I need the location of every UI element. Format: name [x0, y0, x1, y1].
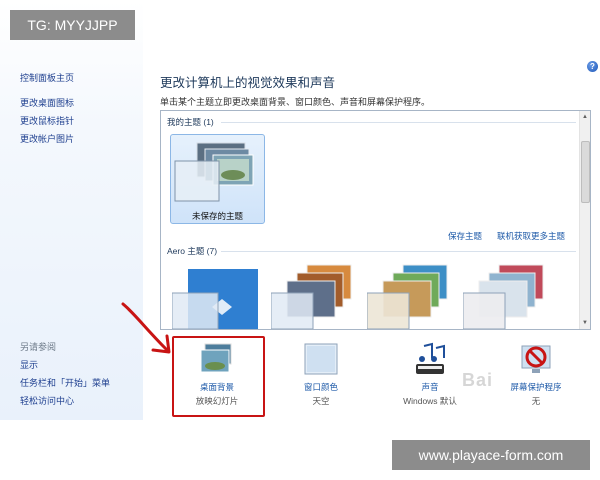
- overlay-label-bottom-right: www.playace-form.com: [392, 440, 590, 470]
- screen-saver-value: 无: [531, 396, 541, 406]
- theme-thumbnail-windows7[interactable]: [172, 267, 258, 329]
- overlay-label-top-left: TG: MYYJJPP: [10, 10, 135, 40]
- page-title: 更改计算机上的视觉效果和声音: [160, 76, 336, 90]
- annotation-arrow-icon: [121, 302, 171, 354]
- theme-item-unsaved[interactable]: 未保存的主题: [170, 134, 265, 224]
- theme-thumbnail-landscapes[interactable]: [463, 263, 547, 329]
- sounds-icon: [416, 342, 445, 374]
- window-color-label: 窗口颜色: [303, 382, 338, 392]
- group-divider: [221, 251, 576, 252]
- sidebar-link-change-account-picture[interactable]: 更改帐户图片: [20, 132, 74, 145]
- sounds-label: 声音: [421, 382, 439, 392]
- see-also-link-ease-of-access[interactable]: 轻松访问中心: [20, 394, 74, 407]
- window-color-button[interactable]: 窗口颜色 天空: [281, 342, 361, 407]
- theme-thumbnail-architecture[interactable]: [271, 263, 355, 329]
- my-themes-group-label: 我的主题 (1): [167, 117, 214, 127]
- sidebar-link-change-desktop-icons[interactable]: 更改桌面图标: [20, 96, 74, 109]
- get-more-themes-online-link[interactable]: 联机获取更多主题: [497, 230, 565, 242]
- unsaved-theme-name: 未保存的主题: [191, 211, 243, 221]
- screen-saver-label: 屏幕保护程序: [510, 382, 562, 392]
- group-divider: [221, 122, 576, 123]
- theme-list-scrollbar[interactable]: ▲ ▼: [579, 111, 590, 329]
- sounds-button[interactable]: 声音 Windows 默认: [390, 342, 470, 407]
- see-also-heading: 另请参阅: [20, 342, 57, 352]
- screen-saver-icon: [521, 345, 551, 373]
- scroll-thumb[interactable]: [581, 141, 590, 203]
- page-subtitle: 单击某个主题立即更改桌面背景、窗口颜色、声音和屏幕保护程序。: [160, 97, 431, 107]
- sounds-value: Windows 默认: [403, 396, 457, 406]
- sidebar-link-change-mouse-pointers[interactable]: 更改鼠标指针: [20, 114, 74, 127]
- see-also-link-taskbar-start-menu[interactable]: 任务栏和「开始」菜单: [20, 376, 110, 389]
- scroll-up-icon[interactable]: ▲: [581, 113, 589, 121]
- screen-saver-button[interactable]: 屏幕保护程序 无: [496, 342, 576, 407]
- highlight-annotation-box: [172, 336, 265, 417]
- see-also-link-display[interactable]: 显示: [20, 358, 38, 371]
- theme-thumbnail-nature[interactable]: [367, 263, 451, 329]
- help-icon[interactable]: ?: [587, 61, 598, 72]
- window-color-icon: [304, 343, 338, 375]
- watermark: Bai: [462, 370, 494, 390]
- window-color-value: 天空: [312, 396, 330, 406]
- aero-themes-group-label: Aero 主题 (7): [167, 246, 218, 256]
- theme-preview-icon: [174, 142, 254, 202]
- save-theme-link[interactable]: 保存主题: [448, 230, 482, 242]
- scroll-down-icon[interactable]: ▼: [581, 319, 589, 327]
- theme-list[interactable]: 我的主题 (1) 未保存的主题 保存主题 联机获取更多主题 Aero 主题 (7…: [160, 110, 591, 330]
- sidebar-link-control-panel-home[interactable]: 控制面板主页: [20, 71, 74, 84]
